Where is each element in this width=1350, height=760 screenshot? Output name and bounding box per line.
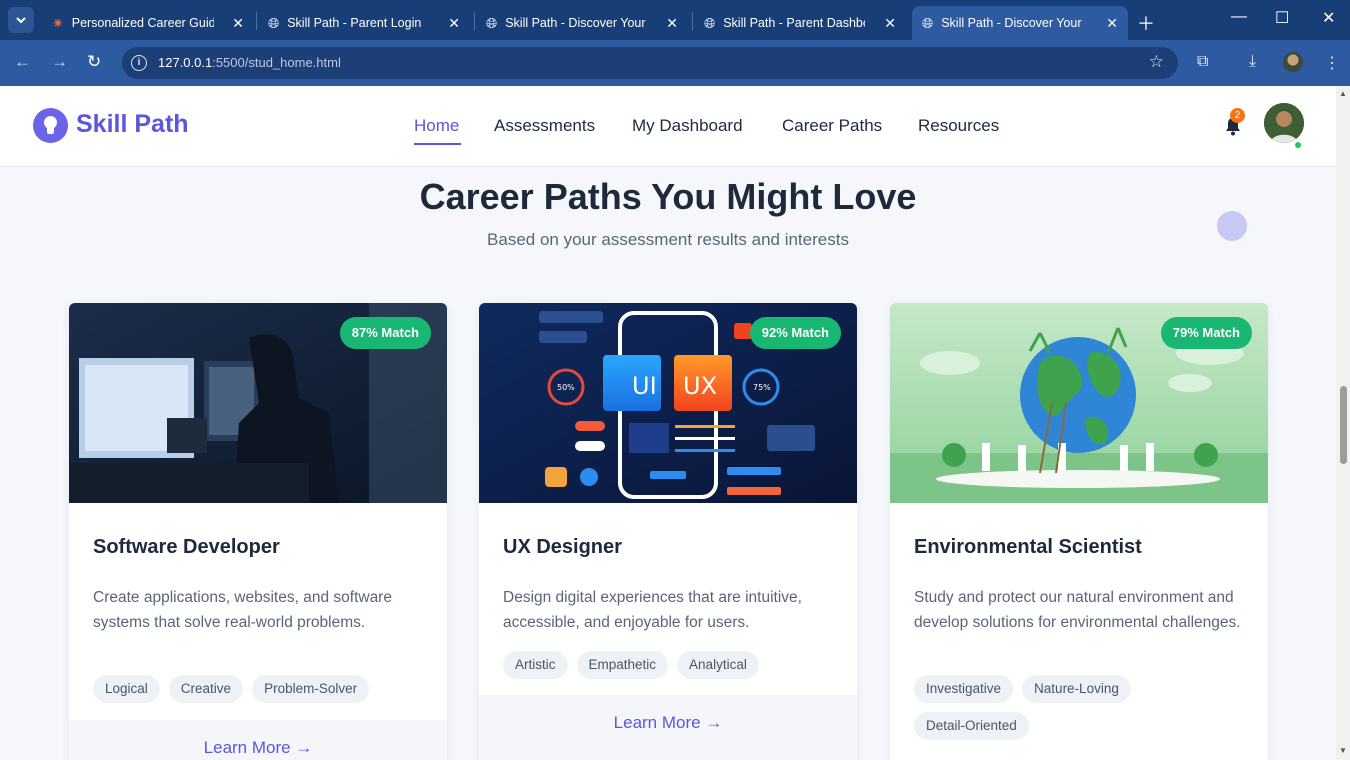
career-card-environmental-scientist: 79% Match Environmental Scientist Study … [890,303,1268,760]
tag: Empathetic [576,651,669,679]
page-scrollbar[interactable]: ▲ ▼ [1336,86,1350,760]
tag: Logical [93,675,160,703]
scroll-up-icon[interactable]: ▲ [1339,89,1347,98]
ux-label: UX [683,372,717,400]
browser-tab-5-active[interactable]: 🌐︎ Skill Path - Discover Your Future ✕ [912,6,1128,40]
card-title: Environmental Scientist [914,536,1142,558]
tag: Investigative [914,675,1014,703]
gauge-label-left: 50% [557,383,575,392]
site-header: Skill Path Home Assessments My Dashboard… [0,86,1336,167]
tab-separator [474,12,475,30]
gauge-label-right: 75% [753,383,771,392]
card-tags: Investigative Nature-Loving Detail-Orien… [914,675,1254,740]
section-subtitle: Based on your assessment results and int… [487,230,849,249]
browser-tab-strip: ✷ Personalized Career Guidance ✕ 🌐︎ Skil… [0,0,1350,40]
forward-arrow-icon[interactable]: → [51,52,68,72]
card-tags: Logical Creative Problem-Solver [93,675,433,703]
address-bar[interactable]: i 127.0.0.1:5500/stud_home.html ☆ [122,47,1178,79]
download-icon[interactable]: ⤓ [1249,53,1256,71]
url-text[interactable]: 127.0.0.1:5500/stud_home.html [158,55,341,70]
card-tags: Artistic Empathetic Analytical [503,651,843,679]
match-badge: 87% Match [339,317,431,349]
tag: Artistic [503,651,568,679]
browser-toolbar: ← → ↻ i 127.0.0.1:5500/stud_home.html ☆ … [0,40,1350,86]
nav-career-paths[interactable]: Career Paths [782,116,882,136]
learn-more-link[interactable]: Learn More → [614,713,723,733]
new-tab-button[interactable]: ＋ [1137,10,1155,36]
career-card-software-developer: 87% Match Software Developer Create appl… [69,303,447,760]
learn-more-link[interactable]: Learn More → [204,738,313,758]
career-card-ux-designer: UI UX 50% 75% 92% Match UX Designer Desi… [479,303,857,760]
browser-tab-4[interactable]: 🌐︎ Skill Path - Parent Dashboard ✕ [694,6,906,40]
site-info-icon[interactable]: i [131,55,147,71]
close-icon[interactable]: ✕ [232,15,244,32]
globe-icon: 🌐︎ [486,14,498,31]
online-status-dot [1294,141,1302,149]
tag: Problem-Solver [252,675,370,703]
arrow-right-icon: → [705,713,723,732]
globe-icon: 🌐︎ [922,14,934,31]
tag: Analytical [677,651,759,679]
chevron-down-icon [16,17,26,24]
match-badge: 92% Match [749,317,841,349]
nav-resources[interactable]: Resources [918,116,999,136]
scrollbar-thumb[interactable] [1340,386,1347,464]
browser-tab-3[interactable]: 🌐︎ Skill Path - Discover Your Future ✕ [476,6,688,40]
window-close-button[interactable]: ✕ [1322,8,1335,28]
back-arrow-icon[interactable]: ← [14,52,31,72]
maximize-button[interactable]: ☐ [1275,8,1289,28]
notification-badge: 2 [1230,108,1245,123]
minimize-button[interactable]: — [1231,8,1247,26]
reload-icon[interactable]: ↻ [87,52,101,72]
nav-home[interactable]: Home [414,116,459,136]
card-description: Study and protect our natural environmen… [914,589,1241,631]
section-title: Career Paths You Might Love [419,176,917,217]
bookmark-star-icon[interactable]: ☆ [1149,52,1164,72]
browser-tab-2[interactable]: 🌐︎ Skill Path - Parent Login ✕ [258,6,470,40]
card-title: UX Designer [503,536,622,558]
user-avatar[interactable] [1264,103,1304,143]
browser-tab-1[interactable]: ✷ Personalized Career Guidance ✕ [42,6,254,40]
sparkle-icon: ✷ [52,14,64,31]
page-viewport: Skill Path Home Assessments My Dashboard… [0,86,1336,760]
card-description: Create applications, websites, and softw… [93,589,392,631]
tag: Nature-Loving [1022,675,1131,703]
scroll-down-icon[interactable]: ▼ [1339,746,1347,755]
close-icon[interactable]: ✕ [666,15,678,32]
more-menu-icon[interactable]: ⋮ [1324,53,1340,73]
profile-avatar[interactable] [1283,52,1303,72]
card-title: Software Developer [93,536,280,558]
card-footer: Learn More → [69,720,447,760]
globe-icon: 🌐︎ [704,14,716,31]
ui-label: UI [632,372,657,400]
decorative-circle [1217,211,1247,241]
tab-separator [692,12,693,30]
card-footer: Learn More → [479,695,857,760]
tag: Creative [168,675,244,703]
arrow-right-icon: → [295,738,313,757]
close-icon[interactable]: ✕ [448,15,460,32]
close-icon[interactable]: ✕ [884,15,896,32]
close-icon[interactable]: ✕ [1106,15,1118,32]
tab-separator [256,12,257,30]
match-badge: 79% Match [1160,317,1252,349]
globe-icon: 🌐︎ [268,14,280,31]
nav-active-underline [414,143,461,145]
tab-search-button[interactable] [8,7,34,33]
nav-my-dashboard[interactable]: My Dashboard [632,116,743,136]
extensions-icon[interactable]: ⧉ [1197,53,1208,71]
nav-assessments[interactable]: Assessments [494,116,595,136]
tag: Detail-Oriented [914,712,1029,740]
lightbulb-icon[interactable] [33,108,68,143]
card-description: Design digital experiences that are intu… [503,589,802,631]
logo-text[interactable]: Skill Path [76,110,189,139]
